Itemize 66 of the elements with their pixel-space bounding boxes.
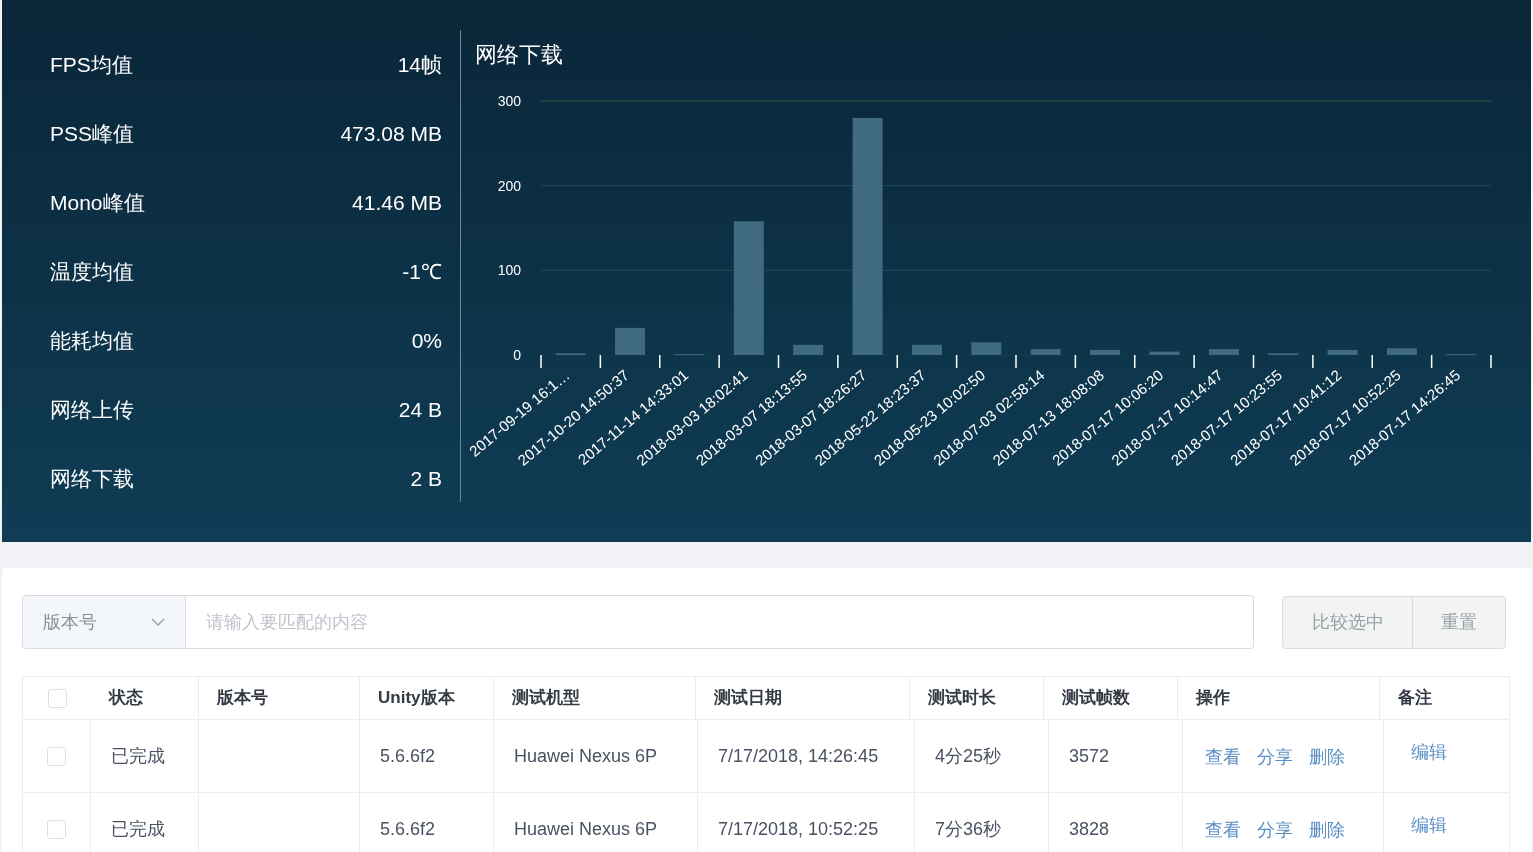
action-button[interactable]: 重置 — [1413, 596, 1505, 648]
table-cell-text: 4分25秒 — [935, 744, 1002, 768]
bar — [1030, 349, 1061, 355]
chevron-down-icon — [151, 618, 165, 626]
row-action-link[interactable]: 删除 — [1309, 743, 1345, 771]
y-tick-label: 200 — [497, 177, 521, 194]
bar — [971, 342, 1002, 355]
row-action-link[interactable]: 查看 — [1205, 743, 1241, 771]
stat-value: 41.46 MB — [352, 189, 442, 216]
row-action-link[interactable]: 删除 — [1309, 816, 1345, 844]
bar — [1208, 349, 1239, 355]
row-action-link[interactable]: 分享 — [1257, 743, 1293, 771]
column-header: 测试日期 — [714, 687, 782, 710]
checkbox[interactable] — [47, 688, 67, 708]
edit-link[interactable]: 编辑 — [1411, 738, 1448, 766]
bar — [911, 344, 942, 355]
column-header: 备注 — [1398, 687, 1432, 710]
stat-value: 2 B — [410, 465, 442, 492]
bar — [1090, 349, 1121, 355]
edit-link[interactable]: 编辑 — [1411, 811, 1448, 839]
stat-label: 网络上传 — [50, 396, 134, 423]
table-cell-text: 3828 — [1069, 817, 1110, 841]
y-tick-label: 100 — [497, 262, 521, 279]
bar — [1327, 349, 1358, 355]
checkbox[interactable] — [47, 819, 66, 839]
stat-label: 网络下载 — [50, 465, 134, 492]
table-cell-text: Huawei Nexus 6P — [514, 744, 658, 768]
stat-value: -1℃ — [402, 258, 442, 285]
y-tick-label: 300 — [497, 93, 521, 109]
row-action-link[interactable]: 分享 — [1257, 816, 1293, 844]
checkbox[interactable] — [47, 746, 66, 766]
bar — [1386, 348, 1417, 355]
stat-value: 0% — [411, 327, 442, 354]
table-cell-text: 已完成 — [111, 817, 165, 841]
table-cell-text: 5.6.6f2 — [380, 817, 436, 841]
action-button[interactable]: 比较选中 — [1283, 596, 1413, 648]
column-header: 测试机型 — [512, 687, 580, 710]
bar — [1149, 351, 1180, 355]
stat-value: 24 B — [398, 396, 442, 423]
stat-value: 14帧 — [397, 51, 442, 78]
search-field[interactable]: 请输入要匹配的内容 — [186, 595, 1254, 649]
table-cell-text: 7/17/2018, 14:26:45 — [718, 744, 879, 768]
bar — [793, 344, 824, 355]
column-header: 操作 — [1196, 687, 1230, 710]
stat-value: 473.08 MB — [340, 120, 442, 147]
stat-label: Mono峰值 — [50, 189, 145, 216]
stat-label: 温度均值 — [50, 258, 134, 285]
table-cell-text: 7/17/2018, 10:52:25 — [718, 817, 879, 841]
column-header: 状态 — [109, 687, 143, 710]
table-cell-text: 5.6.6f2 — [380, 744, 436, 768]
stat-label: 能耗均值 — [50, 327, 134, 354]
table-cell-text: 3572 — [1069, 744, 1110, 768]
table-cell-text: Huawei Nexus 6P — [514, 817, 658, 841]
stat-label: PSS峰值 — [50, 120, 135, 147]
y-tick-label: 0 — [513, 347, 521, 363]
row-action-link[interactable]: 查看 — [1205, 816, 1241, 844]
column-header: 版本号 — [217, 687, 268, 710]
bar — [615, 327, 646, 355]
column-header: 测试帧数 — [1062, 687, 1130, 710]
column-header: 测试时长 — [928, 687, 996, 710]
table-cell-text: 已完成 — [111, 744, 165, 768]
stat-label: FPS均值 — [50, 51, 133, 78]
column-header: Unity版本 — [378, 687, 455, 710]
chart-title: 网络下载 — [475, 41, 563, 69]
version-dropdown[interactable]: 版本号 — [22, 595, 186, 649]
table-cell-text: 7分36秒 — [935, 817, 1002, 841]
